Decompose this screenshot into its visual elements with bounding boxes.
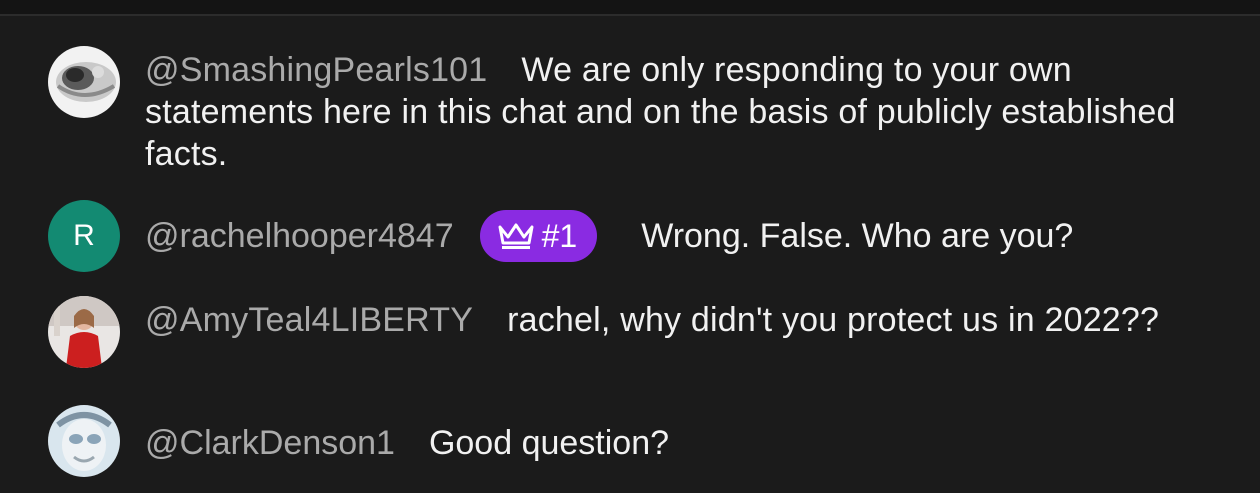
message-author[interactable]: @SmashingPearls101 <box>145 51 487 89</box>
avatar-image <box>48 296 120 368</box>
message-author[interactable]: @ClarkDenson1 <box>145 424 395 463</box>
letter-avatar[interactable]: R <box>48 200 120 272</box>
user-photo-avatar[interactable] <box>48 296 120 368</box>
user-photo-avatar[interactable] <box>48 46 120 118</box>
avatar-image <box>48 405 120 477</box>
cutoff-text <box>145 0 154 14</box>
user-photo-avatar[interactable] <box>48 405 120 477</box>
avatar-letter: R <box>73 219 95 252</box>
message-author[interactable]: @AmyTeal4LIBERTY <box>145 301 473 339</box>
badge-label: #1 <box>541 217 578 254</box>
message-body: rachel, why didn't you protect us in 202… <box>507 301 1160 339</box>
message-row: @rachelhooper4847 #1 Wrong. False. Who a… <box>145 207 1073 265</box>
message-author[interactable]: @rachelhooper4847 <box>145 217 454 256</box>
message-text-block: @AmyTeal4LIBERTY rachel, why didn't you p… <box>145 299 1225 341</box>
member-badge: #1 <box>479 210 598 262</box>
message-body: Wrong. False. Who are you? <box>641 216 1074 255</box>
crown-icon <box>498 223 534 249</box>
message-body: Good question? <box>428 423 670 462</box>
message-text-block: @SmashingPearls101 We are only responding… <box>145 49 1225 175</box>
message-row: @ClarkDenson1 Good question? <box>145 420 669 466</box>
avatar-image <box>48 46 120 118</box>
previous-message-cutoff <box>0 0 1260 16</box>
